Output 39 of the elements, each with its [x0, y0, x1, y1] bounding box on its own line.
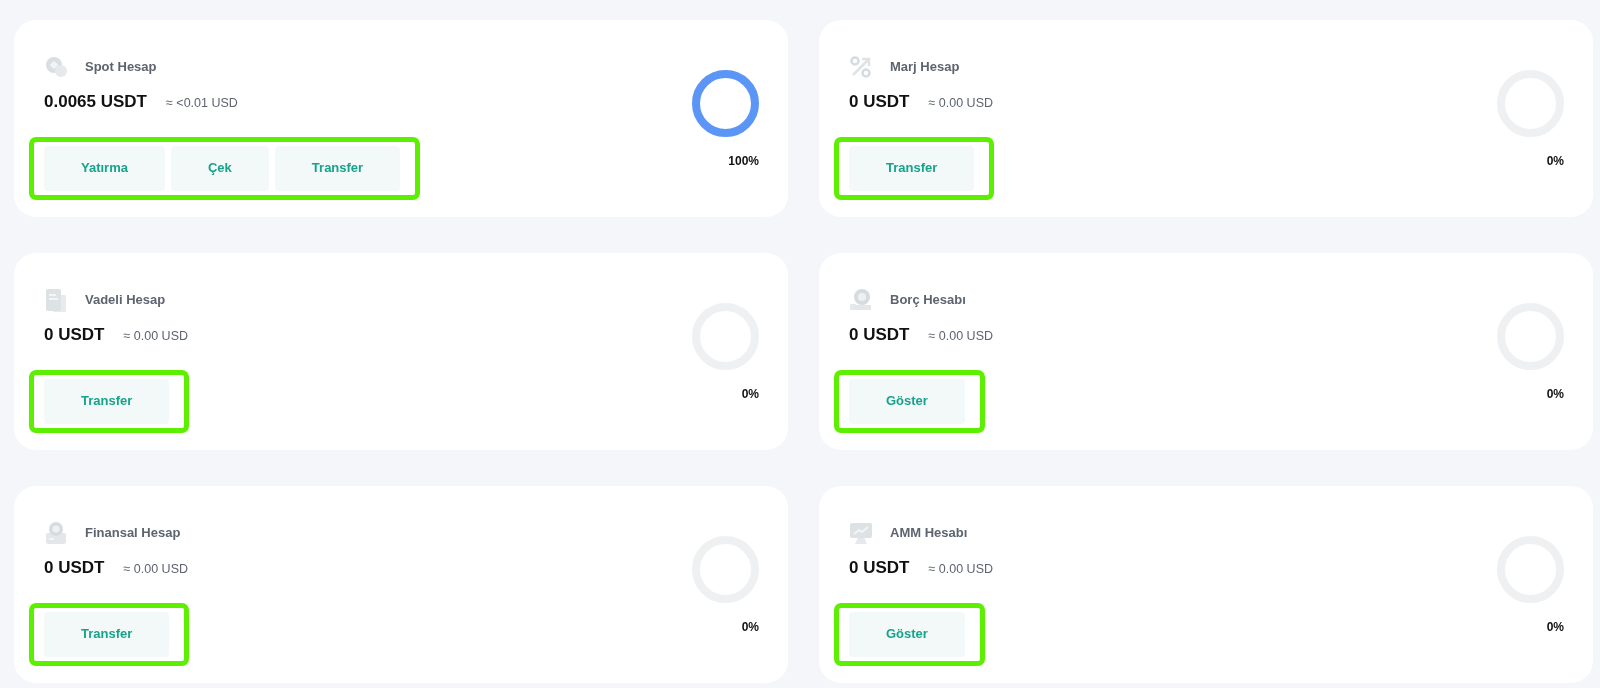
balance-amount: 0 USDT: [44, 324, 105, 346]
action-button[interactable]: Transfer: [274, 145, 401, 191]
action-button[interactable]: Göster: [849, 378, 965, 424]
balance-amount: 0.0065 USDT: [44, 91, 147, 113]
account-title: Spot Hesap: [85, 58, 157, 77]
share-percent: 0%: [741, 619, 759, 636]
account-title: Borç Hesabı: [890, 291, 966, 310]
action-button[interactable]: Transfer: [44, 611, 170, 657]
usd-estimate: ≈ 0.00 USD: [123, 328, 188, 345]
balance-amount: 0 USDT: [849, 557, 910, 579]
balance-amount: 0 USDT: [849, 324, 910, 346]
share-percent: 100%: [728, 153, 759, 170]
usd-estimate: ≈ 0.00 USD: [928, 561, 993, 578]
percent-icon: [849, 55, 873, 79]
share-percent: 0%: [741, 386, 759, 403]
account-title: Finansal Hesap: [85, 524, 181, 543]
account-title: AMM Hesabı: [890, 524, 968, 543]
action-button[interactable]: Transfer: [849, 145, 975, 191]
chart-monitor-icon: [849, 521, 873, 545]
share-percent: 0%: [1546, 386, 1564, 403]
share-ring: [692, 70, 759, 137]
usd-estimate: ≈ <0.01 USD: [166, 95, 238, 112]
share-percent: 0%: [1546, 619, 1564, 636]
action-button[interactable]: Transfer: [44, 378, 170, 424]
usd-estimate: ≈ 0.00 USD: [928, 95, 993, 112]
account-title: Marj Hesap: [890, 58, 960, 77]
coins-icon: [44, 55, 68, 79]
balance-amount: 0 USDT: [849, 91, 910, 113]
document-icon: [44, 288, 68, 312]
action-button[interactable]: Yatırma: [44, 145, 165, 191]
coin-on-hand-icon: [849, 288, 873, 312]
action-button[interactable]: Çek: [171, 145, 269, 191]
coin-on-box-icon: [44, 521, 68, 545]
usd-estimate: ≈ 0.00 USD: [928, 328, 993, 345]
action-button[interactable]: Göster: [849, 611, 965, 657]
usd-estimate: ≈ 0.00 USD: [123, 561, 188, 578]
share-percent: 0%: [1546, 153, 1564, 170]
balance-amount: 0 USDT: [44, 557, 105, 579]
account-title: Vadeli Hesap: [85, 291, 166, 310]
